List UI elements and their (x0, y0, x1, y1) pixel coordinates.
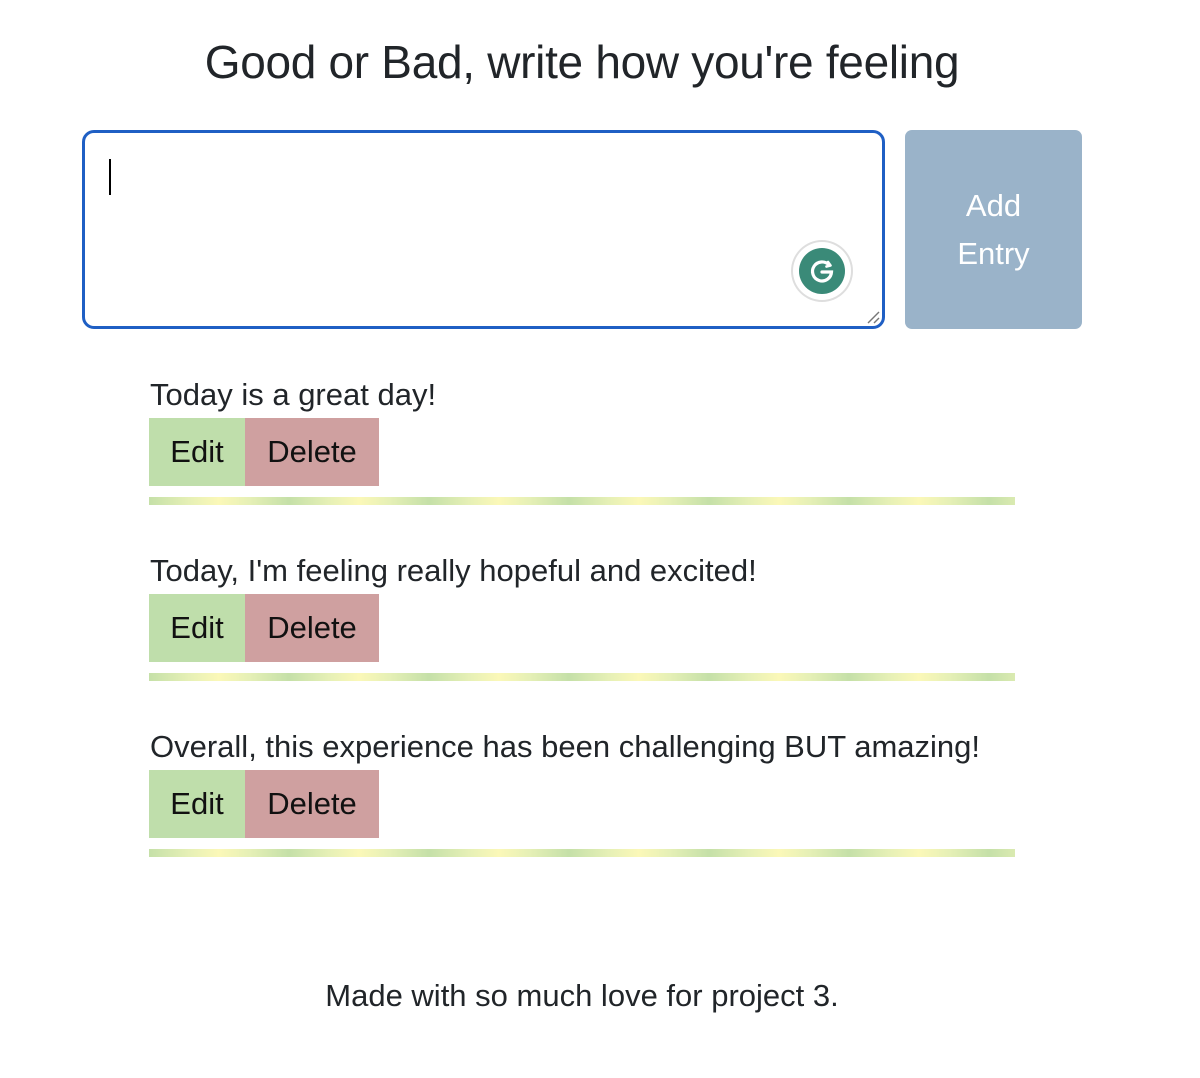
add-entry-button[interactable]: Add Entry (905, 130, 1082, 329)
grammarly-g-icon (810, 260, 834, 283)
entry-actions: Edit Delete (149, 594, 379, 662)
edit-button[interactable]: Edit (149, 770, 245, 838)
edit-button[interactable]: Edit (149, 418, 245, 486)
entry-actions: Edit Delete (149, 770, 379, 838)
delete-button[interactable]: Delete (245, 418, 379, 486)
entry-divider (149, 849, 1015, 857)
entry-text: Today, I'm feeling really hopeful and ex… (150, 553, 757, 588)
entries-list: Today is a great day! Edit Delete Today,… (149, 373, 1029, 901)
entry-item: Overall, this experience has been challe… (149, 725, 1029, 901)
text-caret (109, 159, 111, 195)
resize-handle-icon[interactable] (866, 310, 880, 324)
delete-button[interactable]: Delete (245, 770, 379, 838)
entry-text: Overall, this experience has been challe… (150, 729, 981, 764)
entry-item: Today is a great day! Edit Delete (149, 373, 1029, 549)
entry-divider (149, 673, 1015, 681)
entry-actions: Edit Delete (149, 418, 379, 486)
entry-item: Today, I'm feeling really hopeful and ex… (149, 549, 1029, 725)
edit-button[interactable]: Edit (149, 594, 245, 662)
entry-textarea[interactable] (82, 130, 885, 329)
entry-divider (149, 497, 1015, 505)
page-title: Good or Bad, write how you're feeling (204, 36, 960, 88)
entry-form: Add Entry (82, 130, 1082, 330)
footer-text: Made with so much love for project 3. (325, 978, 839, 1013)
delete-button[interactable]: Delete (245, 594, 379, 662)
grammarly-icon[interactable] (793, 242, 851, 300)
entry-text: Today is a great day! (150, 377, 437, 412)
